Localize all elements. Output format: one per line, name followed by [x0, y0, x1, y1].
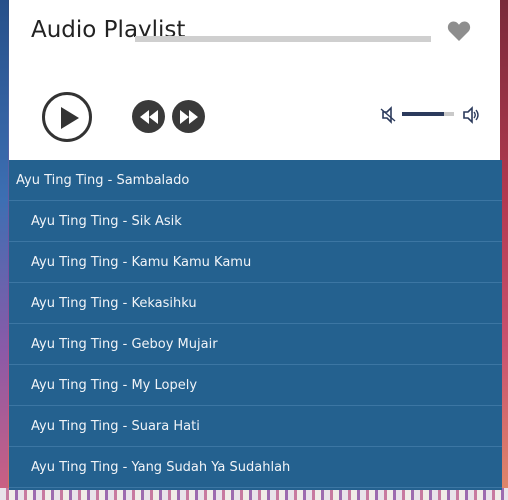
audio-player: Audio Playlist [9, 0, 500, 160]
playlist-item[interactable]: Ayu Ting Ting - Kekasihku [9, 283, 502, 324]
playlist-item[interactable]: Ayu Ting Ting - Suara Hati [9, 406, 502, 447]
rewind-icon [140, 110, 158, 124]
heart-icon[interactable] [447, 20, 471, 42]
volume-high-icon[interactable] [462, 106, 480, 124]
playlist-item[interactable]: Ayu Ting Ting - Sambalado [9, 160, 502, 201]
play-icon [61, 107, 79, 129]
fast-forward-icon [180, 110, 198, 124]
playlist: Ayu Ting Ting - Sambalado Ayu Ting Ting -… [9, 160, 502, 490]
next-button[interactable] [172, 100, 205, 133]
playlist-item[interactable]: Ayu Ting Ting - Kamu Kamu Kamu [9, 242, 502, 283]
playlist-item[interactable]: Ayu Ting Ting - My Lopely [9, 365, 502, 406]
playlist-item[interactable]: Ayu Ting Ting - Sik Asik [9, 201, 502, 242]
previous-button[interactable] [132, 100, 165, 133]
progress-bar[interactable] [135, 36, 431, 42]
playlist-item[interactable]: Ayu Ting Ting - Yang Sudah Ya Sudahlah [9, 447, 502, 488]
volume-fill [402, 112, 444, 116]
background-left-strip [0, 0, 8, 500]
play-button[interactable] [42, 92, 92, 142]
playlist-item[interactable]: Ayu Ting Ting - Geboy Mujair [9, 324, 502, 365]
volume-slider[interactable] [402, 112, 454, 116]
volume-low-icon[interactable] [380, 106, 398, 124]
